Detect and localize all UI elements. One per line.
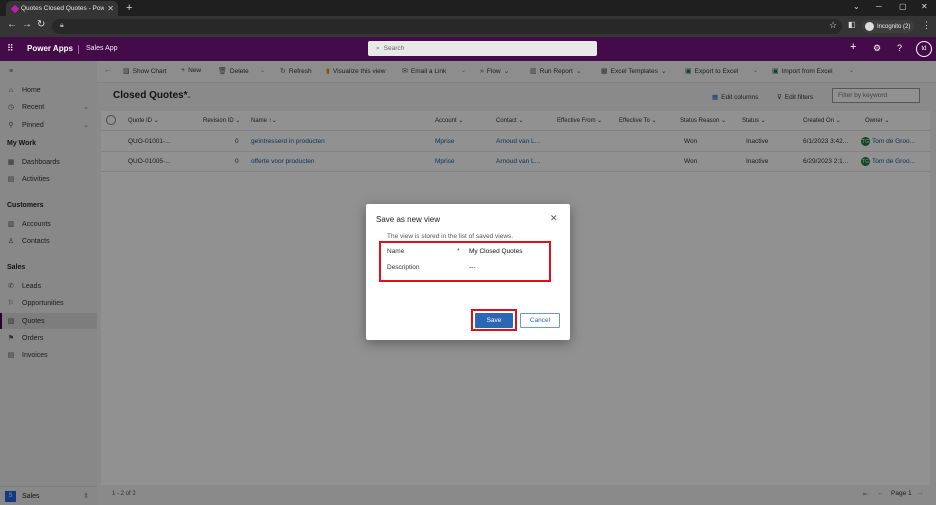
search-icon: ⌕ [376,44,380,52]
app-launcher-icon[interactable]: ⠿ [7,43,14,54]
search-placeholder: Search [383,45,405,52]
incognito-label: Incognito (2) [877,23,911,30]
new-tab-icon[interactable]: + [126,2,132,14]
incognito-badge[interactable]: Incognito (2) [862,20,914,33]
sub-app-name[interactable]: Sales App [86,45,118,52]
minimize-icon[interactable]: ─ [876,2,882,11]
description-field-label: Description [387,264,420,271]
browser-menu-icon[interactable]: ⋮ [922,20,931,31]
gear-icon[interactable]: ⚙ [873,43,881,54]
browser-tab-bar [0,0,936,16]
plus-icon[interactable]: + [850,41,856,53]
fields-highlight [379,241,551,282]
incognito-icon [865,22,874,31]
dialog-title: Save as new view [376,215,441,224]
description-field[interactable]: --- [469,264,476,271]
close-icon[interactable]: ✕ [550,213,558,224]
required-indicator: * [457,248,460,255]
app-name[interactable]: Power Apps [27,44,73,53]
help-icon[interactable]: ? [897,43,902,53]
close-window-icon[interactable]: ✕ [921,2,928,11]
forward-icon[interactable]: → [22,19,32,30]
dialog-description: The view is stored in the list of saved … [387,233,514,240]
tab-search-chevron-icon[interactable]: ⌄ [853,2,860,11]
browser-tab[interactable]: Quotes Closed Quotes - Power A ✕ [6,1,118,16]
tab-title: Quotes Closed Quotes - Power A [21,5,105,12]
name-field-label: Name [387,248,405,255]
global-search[interactable]: ⌕ Search [368,41,597,56]
save-button[interactable]: Save [475,313,513,328]
reload-icon[interactable]: ↻ [37,19,45,30]
user-avatar[interactable]: td [916,41,932,57]
name-field[interactable]: My Closed Quotes [469,248,522,255]
back-icon[interactable]: ← [7,19,17,30]
cancel-button[interactable]: Cancel [520,313,560,328]
close-tab-icon[interactable]: ✕ [107,4,118,13]
sidepanel-icon[interactable]: ◧ [848,20,856,29]
header-divider [78,45,79,54]
power-apps-favicon-icon [10,4,20,13]
lock-icon: 🔒︎ [60,22,64,29]
maximize-icon[interactable]: ▢ [899,2,907,11]
bookmark-star-icon[interactable]: ☆ [829,20,837,31]
address-bar[interactable] [52,19,842,34]
